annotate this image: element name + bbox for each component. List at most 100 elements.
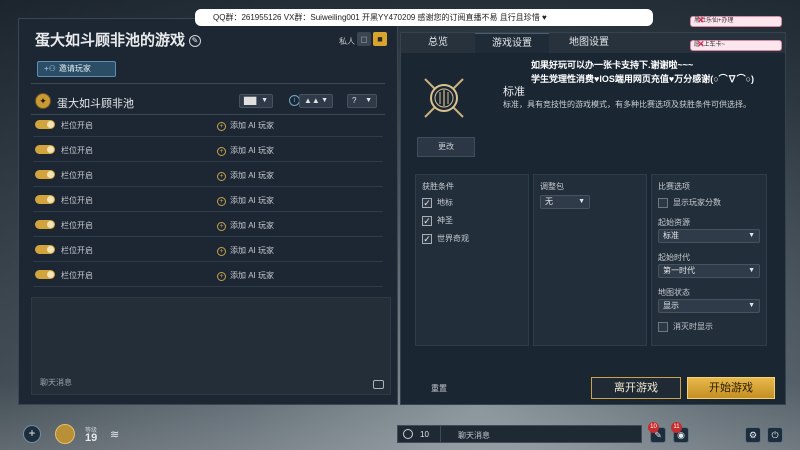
player-slot: 栏位开启 + 添加 AI 玩家 [33,213,383,237]
victory-sacred-label: 神圣 [437,216,453,225]
plus-icon: + [217,172,226,181]
start-game-button[interactable]: 开始游戏 [687,377,775,399]
reveal-on-elimination-checkbox[interactable]: 消灭时显示 [658,321,713,332]
victory-sacred-checkbox[interactable]: ✓ 神圣 [422,215,453,226]
social-chat-bar[interactable]: 10 聊天消息 [397,425,642,443]
civ-dropdown[interactable]: ▇▇ ▼ [239,94,273,108]
add-ai-button[interactable]: + 添加 AI 玩家 [217,170,274,181]
victory-landmark-checkbox[interactable]: ✓ 地标 [422,197,453,208]
friends-count: 10 [420,430,429,439]
edit-icon[interactable]: ✎ [189,35,202,48]
player-slot: 栏位开启 + 添加 AI 玩家 [33,238,383,262]
handicap-dropdown[interactable]: ? ▼ [347,94,377,108]
plus-icon: + [217,147,226,156]
show-score-label: 显示玩家分数 [673,198,721,207]
add-ai-button[interactable]: + 添加 AI 玩家 [217,220,274,231]
chevron-down-icon: ▼ [578,198,585,205]
team-dropdown[interactable]: ▲▲ ▼ [299,94,333,108]
map-state-label: 地图状态 [658,288,690,297]
settings-panel: 总览 游戏设置 地图设置 标准 标准，具有竞技性的游戏模式，有多种比赛选项及获胜… [400,32,786,405]
starting-resources-label: 起始资源 [658,218,690,227]
slot-label: 栏位开启 [61,196,93,205]
leader-icon[interactable]: ✦ [35,93,51,109]
host-name: 蛋大如斗顾非池 [57,98,134,110]
tab-map-settings[interactable]: 地图设置 [549,33,629,53]
chevron-down-icon: ▼ [748,267,755,274]
avatar[interactable] [55,424,75,444]
reveal-on-elimination-label: 消灭时显示 [673,322,713,331]
chevron-down-icon: ▼ [261,97,268,104]
plus-icon: + [217,197,226,206]
add-ai-label: 添加 AI 玩家 [230,221,275,230]
lobby-title: 蛋大如斗顾非池的游戏 ✎ [35,29,202,50]
tab-overview[interactable]: 总览 [401,33,475,53]
slot-toggle[interactable] [35,220,55,229]
settings-icon[interactable]: ⚙ [745,427,761,443]
victory-wonder-label: 世界奇观 [437,234,469,243]
victory-conditions-box: 获胜条件 ✓ 地标 ✓ 神圣 ✓ 世界奇观 [415,174,529,346]
add-ai-button[interactable]: + 添加 AI 玩家 [217,245,274,256]
victory-wonder-checkbox[interactable]: ✓ 世界奇观 [422,233,469,244]
invite-button[interactable]: +⚇ 邀请玩家 [37,61,116,77]
checkbox-unchecked-icon [658,321,668,332]
unlock-icon[interactable]: ◻ [357,32,371,46]
adjust-title: 调整包 [540,182,564,191]
adjust-pack-select[interactable]: 无 ▼ [540,195,590,209]
reset-button[interactable]: 重置 [431,383,447,394]
power-icon[interactable]: ⏻ [767,427,783,443]
player-slot: 栏位开启 + 添加 AI 玩家 [33,113,383,137]
checkbox-checked-icon: ✓ [422,233,432,244]
add-ai-label: 添加 AI 玩家 [230,171,275,180]
leave-game-button[interactable]: 离开游戏 [591,377,681,399]
friends-icon[interactable] [403,429,413,439]
slot-label: 栏位开启 [61,146,93,155]
change-mode-button[interactable]: 更改 [417,137,475,157]
slot-label: 栏位开启 [61,221,93,230]
adjust-pack-box: 调整包 无 ▼ [533,174,647,346]
civ-dropdown-value: ▇▇ [244,96,257,105]
plus-icon: + [217,122,226,131]
starting-age-label: 起始时代 [658,253,690,262]
add-ai-button[interactable]: + 添加 AI 玩家 [217,270,274,281]
player-slot: 栏位开启 + 添加 AI 玩家 [33,263,383,287]
slot-toggle[interactable] [35,145,55,154]
starting-age-value: 第一时代 [663,266,695,275]
tab-game-settings[interactable]: 游戏设置 [475,33,549,53]
add-button[interactable]: + [23,425,41,443]
show-score-checkbox[interactable]: 显示玩家分数 [658,197,721,208]
slot-toggle[interactable] [35,245,55,254]
plus-icon: + [217,247,226,256]
plus-icon: + [217,222,226,231]
starting-age-select[interactable]: 第一时代 ▼ [658,264,760,278]
checkbox-unchecked-icon [658,197,668,208]
divider [440,426,441,442]
slot-toggle[interactable] [35,195,55,204]
add-ai-button[interactable]: + 添加 AI 玩家 [217,195,274,206]
stream-banner: QQ群：261955126 VX群：Suiweiling001 开黑YY4702… [195,9,653,26]
add-ai-label: 添加 AI 玩家 [230,246,275,255]
starting-resources-select[interactable]: 标准 ▼ [658,229,760,243]
private-label: 私人 [339,37,355,46]
map-state-value: 显示 [663,301,679,310]
add-ai-label: 添加 AI 玩家 [230,196,275,205]
add-ai-button[interactable]: + 添加 AI 玩家 [217,120,274,131]
victory-landmark-label: 地标 [437,198,453,207]
add-ai-button[interactable]: + 添加 AI 玩家 [217,145,274,156]
slot-label: 栏位开启 [61,271,93,280]
lock-icon[interactable]: ■ [373,32,387,46]
chat-input[interactable]: 聊天消息 [40,377,72,388]
slot-toggle[interactable] [35,120,55,129]
checkbox-checked-icon: ✓ [422,215,432,226]
slot-label: 栏位开启 [61,121,93,130]
map-state-select[interactable]: 显示 ▼ [658,299,760,313]
close-icon: ✕ [697,15,705,25]
slot-toggle[interactable] [35,170,55,179]
chat-icon[interactable] [373,380,384,389]
handicap-dropdown-value: ? [352,96,357,105]
social-chat-input[interactable]: 聊天消息 [458,430,490,441]
invite-icon: +⚇ [44,64,56,73]
victory-title: 获胜条件 [422,182,454,191]
chat-area[interactable]: 聊天消息 [31,297,391,395]
slot-toggle[interactable] [35,270,55,279]
match-options-box: 比赛选项 显示玩家分数 起始资源 标准 ▼ 起始时代 第一时代 ▼ 地图状态 显示 ▼… [651,174,767,346]
